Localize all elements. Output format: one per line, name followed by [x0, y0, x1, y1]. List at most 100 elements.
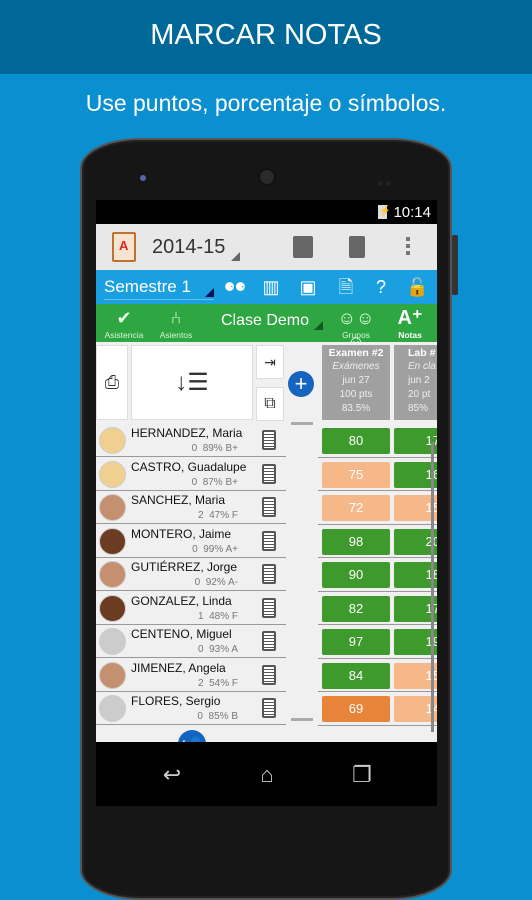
home-icon[interactable]: ⌂: [247, 762, 287, 788]
assignment-header[interactable]: Lab # En cla jun 2 20 pt 85%: [394, 345, 437, 420]
avatar: [99, 527, 126, 555]
avatar: [99, 460, 126, 488]
image-icon[interactable]: ▣: [297, 277, 319, 297]
dropdown-corner-icon: [231, 251, 241, 261]
notes-settings-icon[interactable]: [349, 236, 365, 258]
absences: 0: [194, 577, 201, 588]
subtitle: Use puntos, porcentaje o símbolos.: [85, 90, 447, 116]
copy-icon[interactable]: ⧉: [256, 387, 284, 421]
grade-cell[interactable]: 69: [322, 696, 390, 722]
divider-dash: [291, 718, 313, 721]
absences: 0: [192, 543, 198, 555]
row-divider: [318, 657, 437, 659]
grade-cell[interactable]: 98: [322, 528, 390, 555]
action-bar: 2014-15: [96, 224, 437, 270]
move-right-icon[interactable]: ⇥: [256, 345, 284, 379]
dropdown-corner-icon: [205, 288, 214, 297]
student-row[interactable]: JIMENEZ, Angela 2 54% F: [96, 659, 286, 692]
grade-cell[interactable]: 80: [322, 428, 390, 454]
add-assignment-button[interactable]: +: [288, 371, 314, 397]
dropdown-corner-icon: [314, 321, 324, 330]
student-row[interactable]: CENTENO, Miguel 0 93% A: [96, 625, 286, 658]
overall-grade: 89% B+: [202, 443, 238, 454]
student-notes-icon[interactable]: [262, 664, 276, 685]
row-divider: [318, 691, 437, 692]
clock: 10:14: [393, 203, 431, 221]
help-icon[interactable]: ?: [370, 277, 392, 297]
grades-label: Notas: [398, 330, 422, 340]
absences: 0: [191, 476, 198, 488]
student-stats: 2 47% F: [198, 510, 238, 521]
grade-cell[interactable]: 84: [322, 662, 390, 689]
attendance-button[interactable]: ✔ Asistencia: [102, 306, 146, 340]
student-name: FLORES, Sergio: [131, 694, 221, 708]
seats-button[interactable]: ⑃ Asientos: [156, 306, 196, 340]
speaker-icon: [258, 168, 276, 186]
overflow-menu-icon[interactable]: [406, 237, 410, 258]
year-selector[interactable]: 2014-15: [152, 236, 225, 259]
student-row[interactable]: CASTRO, Guadalupe 0 87% B+: [96, 458, 286, 491]
nav-bar: ↩ ⌂ ❐: [96, 742, 437, 806]
clipboard-grade-icon[interactable]: [112, 232, 136, 262]
student-notes-icon[interactable]: [262, 497, 276, 517]
class-selector[interactable]: Clase Demo: [221, 312, 324, 330]
absences: 0: [197, 711, 203, 722]
social-share-icon[interactable]: ⚈⚈: [224, 277, 246, 297]
battery-charging-icon: ⚡: [378, 205, 391, 219]
calendar-icon[interactable]: [293, 236, 313, 258]
student-stats: 0 89% B+: [192, 443, 238, 454]
avatar: [99, 594, 126, 622]
avatar: [99, 561, 126, 588]
overall-grade: 47% F: [209, 510, 238, 521]
class-name: Clase Demo: [221, 312, 310, 329]
class-toolbar: ✔ Asistencia ⑃ Asientos Clase Demo ☺☺☺ G…: [96, 304, 437, 352]
grade-cell[interactable]: 90: [322, 562, 390, 588]
assignment-header[interactable]: Examen #2 Exámenes jun 27 100 pts 83.5%: [322, 345, 390, 420]
student-row[interactable]: MONTERO, Jaime 0 99% A+: [96, 525, 286, 558]
row-divider: [318, 624, 437, 625]
student-row[interactable]: HERNANDEZ, Maria 0 89% B+: [96, 424, 286, 457]
groups-button[interactable]: ☺☺☺ Grupos: [334, 306, 378, 352]
scrollbar[interactable]: [431, 442, 434, 732]
student-name: CENTENO, Miguel: [131, 627, 232, 641]
student-notes-icon[interactable]: [262, 597, 276, 618]
overall-grade: 99% A+: [203, 543, 238, 555]
camera-icon[interactable]: ⎙: [96, 345, 128, 420]
avatar: [99, 427, 126, 454]
grade-cell[interactable]: 82: [322, 595, 390, 622]
student-notes-icon[interactable]: [262, 698, 276, 718]
bar-chart-icon[interactable]: ▥: [260, 277, 282, 297]
row-divider: [318, 724, 437, 726]
attendance-label: Asistencia: [104, 330, 144, 340]
student-notes-icon[interactable]: [262, 564, 276, 584]
lock-icon[interactable]: 🔓: [406, 277, 428, 297]
student-row[interactable]: FLORES, Sergio 0 85% B: [96, 692, 286, 725]
term-selector[interactable]: Semestre 1: [104, 274, 214, 300]
row-divider: [318, 557, 437, 558]
student-notes-icon[interactable]: [262, 530, 276, 551]
back-icon[interactable]: ↩: [152, 762, 192, 788]
grade-cell[interactable]: 97: [322, 629, 390, 655]
pdf-icon[interactable]: 🗎: [335, 277, 357, 297]
absences: 0: [197, 644, 204, 655]
recents-icon[interactable]: ❐: [342, 762, 382, 788]
absences: 2: [197, 677, 204, 689]
student-row[interactable]: GONZALEZ, Linda 1 48% F: [96, 592, 286, 625]
student-notes-icon[interactable]: [262, 631, 276, 651]
student-row[interactable]: SANCHEZ, Maria 2 47% F: [96, 491, 286, 524]
avatar: [99, 695, 126, 722]
sort-down-icon[interactable]: ↓☰: [131, 345, 253, 420]
student-stats: 0 92% A-: [195, 577, 238, 588]
row-divider: [318, 456, 437, 458]
overall-grade: 54% F: [209, 677, 238, 689]
student-name: GUTIÉRREZ, Jorge: [131, 560, 238, 574]
grade-cell[interactable]: 75: [322, 461, 390, 488]
grade-cell[interactable]: 72: [322, 495, 390, 521]
student-notes-icon[interactable]: [262, 463, 276, 484]
student-name: MONTERO, Jaime: [131, 526, 232, 541]
gradebook-tools: ⎙ ↓☰ ⇥ ⧉ + Examen #2 Exámenes jun 27 100…: [96, 342, 437, 425]
student-row[interactable]: GUTIÉRREZ, Jorge 0 92% A-: [96, 558, 286, 591]
overall-grade: 85% B: [208, 711, 238, 722]
student-notes-icon[interactable]: [262, 430, 276, 450]
grades-button[interactable]: A⁺ Notas: [392, 306, 428, 340]
